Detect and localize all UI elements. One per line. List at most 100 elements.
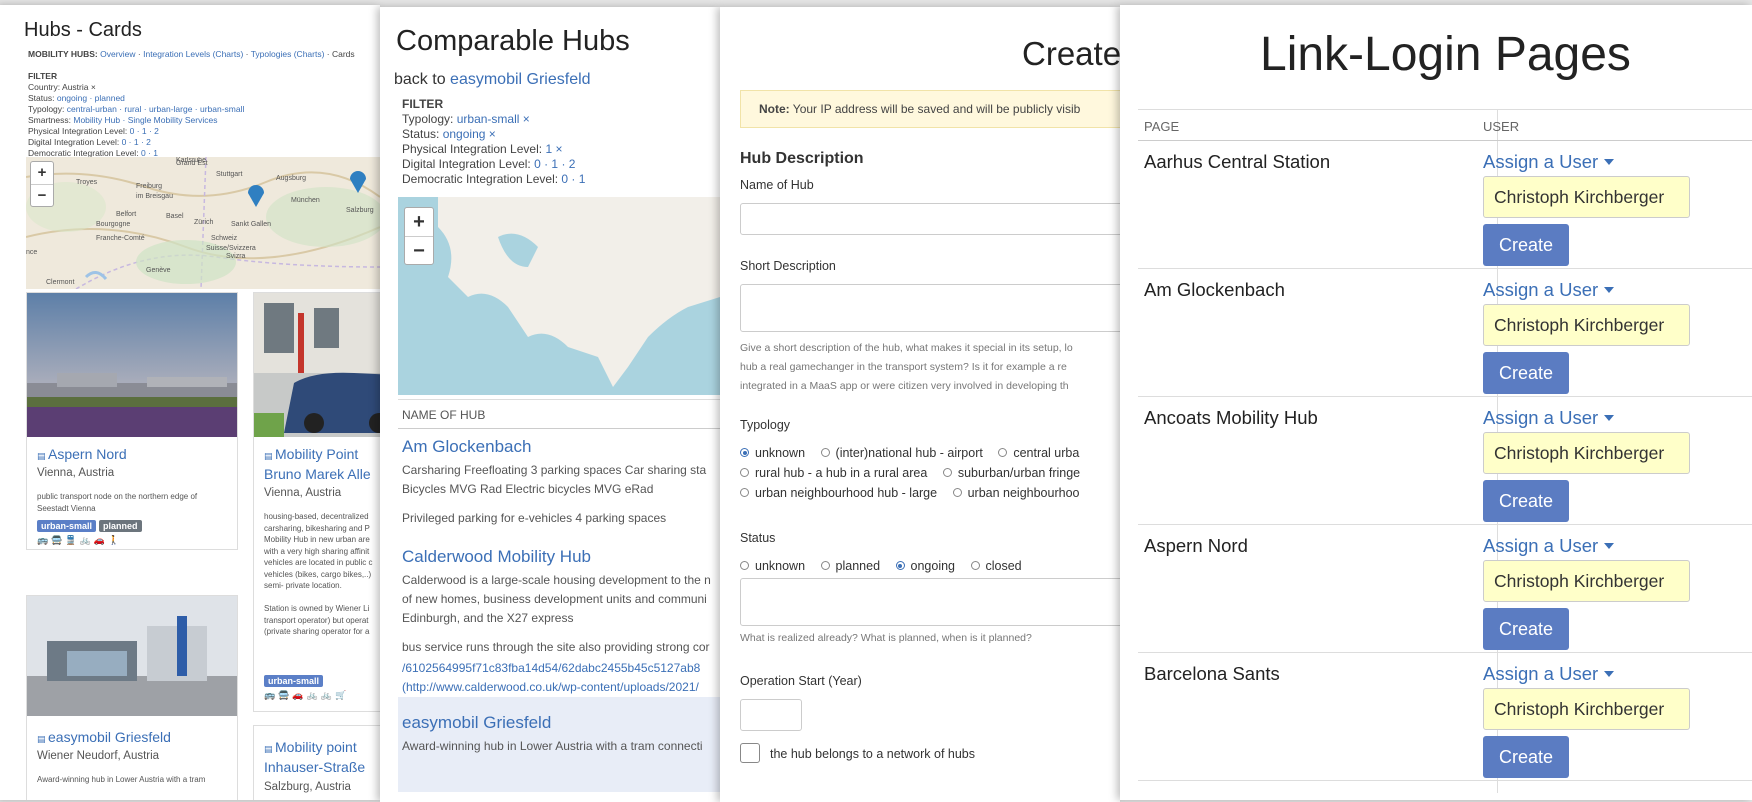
hub-desc-link[interactable]: /6102564995f71c83fba14d54/62dabc2455b45c…: [402, 659, 700, 678]
hub-card-title-text-2[interactable]: Bruno Marek Alle: [264, 466, 371, 482]
create-button[interactable]: Create: [1483, 608, 1569, 650]
radio-icon: [740, 468, 749, 477]
filter-country-value[interactable]: Austria ×: [62, 82, 96, 92]
hub-card-title-text[interactable]: Aspern Nord: [48, 446, 127, 462]
create-button[interactable]: Create: [1483, 480, 1569, 522]
back-prefix: back to: [394, 71, 446, 88]
caret-down-icon: [1604, 543, 1615, 549]
hub-card-title[interactable]: ▤ Aspern Nord: [37, 445, 127, 465]
hub-card-title-text[interactable]: Mobility point: [275, 739, 357, 755]
status-option-unknown[interactable]: unknown: [740, 556, 805, 576]
column-header-name-of-hub[interactable]: NAME OF HUB: [398, 399, 720, 429]
status-textarea[interactable]: [740, 578, 1120, 626]
hub-link-easymobil-griesfeld[interactable]: easymobil Griesfeld: [402, 713, 551, 733]
filter-typology-value[interactable]: central-urban · rural · urban-large · ur…: [67, 104, 245, 114]
filter-physical-value[interactable]: 1 ×: [545, 142, 562, 156]
table-row: Barcelona Sants Assign a User Christoph Ki…: [1138, 653, 1752, 781]
hub-card-easymobil-griesfeld[interactable]: ▤ easymobil Griesfeld Wiener Neudorf, Au…: [26, 595, 238, 800]
hub-card-title[interactable]: ▤ easymobil Griesfeld: [37, 728, 171, 748]
comparable-hubs-map[interactable]: + −: [398, 197, 720, 395]
radio-icon: [820, 448, 830, 457]
user-input[interactable]: Christoph Kirchberger: [1483, 560, 1690, 602]
user-input[interactable]: Christoph Kirchberger: [1483, 688, 1690, 730]
filter-democratic-value[interactable]: 0 · 1: [561, 172, 585, 186]
page-title: Link-Login Pages: [1260, 28, 1631, 81]
typology-option-urban-large[interactable]: urban neighbourhood hub - large: [740, 483, 937, 503]
nav-charts-link-1[interactable]: (Charts): [213, 49, 244, 59]
typology-option-urban-neighbourhood[interactable]: urban neighbourhoo: [952, 483, 1079, 503]
status-option-planned[interactable]: planned: [820, 556, 880, 576]
hub-link-calderwood[interactable]: Calderwood Mobility Hub: [402, 547, 591, 567]
hub-card-inhauser[interactable]: ▤ Mobility point Inhauser-Straße Salzburg…: [253, 725, 380, 800]
hub-desc-link[interactable]: (http://www.calderwood.co.uk/wp-content/…: [402, 678, 700, 697]
table-header: PAGE USER: [1138, 109, 1752, 141]
nav-typologies-link[interactable]: Typologies: [251, 49, 292, 59]
radio-icon: [820, 561, 830, 570]
nav-integration-link[interactable]: Integration Levels: [143, 49, 210, 59]
filter-status-value[interactable]: ongoing · planned: [57, 93, 125, 103]
zoom-out-button[interactable]: −: [405, 236, 433, 264]
radio-label: closed: [985, 559, 1022, 573]
filter-smartness-value[interactable]: Mobility Hub · Single Mobility Services: [73, 115, 217, 125]
filter-digital-value[interactable]: 0 · 1 · 2: [122, 137, 151, 147]
filter-digital-value[interactable]: 0 · 1 · 2: [534, 157, 575, 171]
radio-icon: [740, 488, 749, 497]
nav-overview-link[interactable]: Overview: [100, 49, 135, 59]
caret-down-icon: [1604, 287, 1615, 293]
name-of-hub-input[interactable]: [740, 203, 1120, 235]
filter-status-value[interactable]: ongoing ×: [443, 127, 496, 141]
filter-physical-value[interactable]: 0 · 1 · 2: [130, 126, 159, 136]
radio-label: ongoing: [910, 559, 956, 573]
typology-option-unknown[interactable]: unknown: [740, 443, 805, 463]
user-input[interactable]: Christoph Kirchberger: [1483, 432, 1690, 474]
back-link[interactable]: easymobil Griesfeld: [450, 71, 591, 88]
nav-charts-link-2[interactable]: (Charts): [294, 49, 325, 59]
hub-card-aspern-nord[interactable]: ▤ Aspern Nord Vienna, Austria public tra…: [26, 292, 238, 550]
typology-option-suburban[interactable]: suburban/urban fringe: [942, 463, 1080, 483]
user-input[interactable]: Christoph Kirchberger: [1483, 176, 1690, 218]
create-button[interactable]: Create: [1483, 352, 1569, 394]
typology-option-central-urban[interactable]: central urba: [998, 443, 1079, 463]
hub-card-title[interactable]: ▤ Mobility point Inhauser-Straße: [264, 738, 365, 776]
hub-card-title-text-2[interactable]: Inhauser-Straße: [264, 759, 365, 775]
short-description-textarea[interactable]: [740, 284, 1120, 332]
hub-card-title[interactable]: ▤ Mobility Point Bruno Marek Alle: [264, 445, 371, 483]
network-checkbox[interactable]: [740, 743, 760, 763]
zoom-out-button[interactable]: −: [31, 184, 53, 206]
hub-photo: [27, 596, 237, 716]
table-body: Aarhus Central Station Assign a User Chris…: [1138, 141, 1752, 781]
hub-card-location: Salzburg, Austria: [264, 781, 351, 793]
page-title: Create: [1022, 35, 1120, 72]
operation-start-input[interactable]: [740, 699, 802, 731]
table-row: Aspern Nord Assign a User Christoph Kirchb…: [1138, 525, 1752, 653]
table-row: Am Glockenbach Assign a User Christoph Kir…: [1138, 269, 1752, 397]
assign-user-dropdown[interactable]: Assign a User: [1483, 535, 1615, 557]
status-option-closed[interactable]: closed: [970, 556, 1022, 576]
hubs-map[interactable]: Karlsruhe Stuttgart Augsburg Troyes Freiburg…: [26, 157, 380, 289]
status-radio-group: unknown planned ongoing closed: [740, 556, 1034, 576]
assign-user-label: Assign a User: [1483, 535, 1599, 556]
user-input[interactable]: Christoph Kirchberger: [1483, 304, 1690, 346]
create-button[interactable]: Create: [1483, 224, 1569, 266]
radio-selected-icon: [740, 448, 749, 457]
create-button[interactable]: Create: [1483, 736, 1569, 778]
zoom-in-button[interactable]: +: [405, 208, 433, 236]
typology-option-rural[interactable]: rural hub - a hub in a rural area: [740, 463, 927, 483]
hub-photo: [27, 293, 237, 437]
hub-link-am-glockenbach[interactable]: Am Glockenbach: [402, 437, 531, 457]
caret-down-icon: [1604, 671, 1615, 677]
assign-user-dropdown[interactable]: Assign a User: [1483, 279, 1615, 301]
assign-user-dropdown[interactable]: Assign a User: [1483, 407, 1615, 429]
zoom-in-button[interactable]: +: [31, 162, 53, 184]
status-option-ongoing[interactable]: ongoing: [895, 556, 956, 576]
typology-option-airport[interactable]: (inter)national hub - airport: [820, 443, 983, 463]
short-description-help: Give a short description of the hub, wha…: [740, 339, 1073, 396]
hub-card-title-text[interactable]: Mobility Point: [275, 446, 358, 462]
filter-typology-value[interactable]: urban-small ×: [457, 112, 530, 126]
link-login-table: PAGE USER Aarhus Central Station Assign a…: [1138, 109, 1752, 781]
hub-card-bruno-marek[interactable]: ▤ Mobility Point Bruno Marek Alle Vienna,…: [253, 292, 380, 712]
assign-user-dropdown[interactable]: Assign a User: [1483, 151, 1615, 173]
assign-user-dropdown[interactable]: Assign a User: [1483, 663, 1615, 685]
hub-card-title-text[interactable]: easymobil Griesfeld: [48, 729, 171, 745]
map-place-label: Basel: [166, 213, 184, 220]
